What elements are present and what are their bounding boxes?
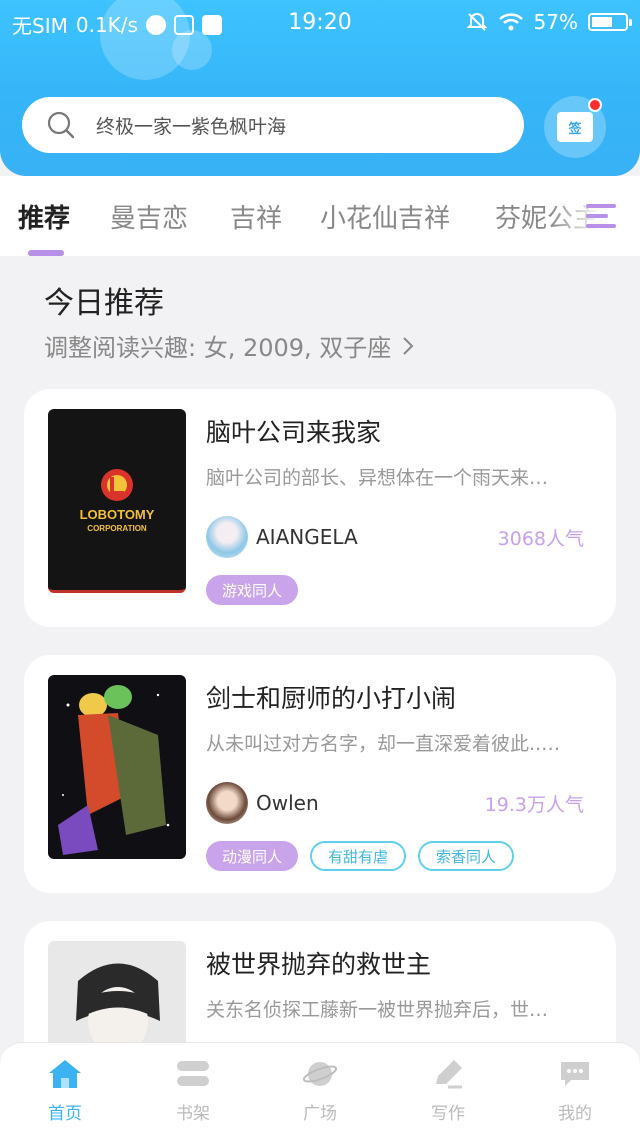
book-description: 关东名侦探工藤新一被世界抛弃后，世… [206,999,549,1021]
status-bar: 无SIM 0.1K/s 19:20 57% [0,0,640,46]
tag[interactable]: 有甜有虐 [310,841,407,871]
active-tab-indicator [28,250,64,256]
battery-percent: 57% [533,10,578,34]
header: 无SIM 0.1K/s 19:20 57% 终极一家一紫色枫叶海 签 [0,0,640,176]
cover-illustration [58,685,170,855]
gift-icon: 签 [557,112,593,142]
nav-write[interactable]: 写作 [408,1057,488,1124]
search-placeholder: 终极一家一紫色枫叶海 [96,115,287,138]
tag[interactable]: 索香同人 [418,841,515,871]
book-cover: LOBOTOMY CORPORATION [48,409,186,593]
author-name[interactable]: Owlen [256,791,319,815]
author-row: Owlen 19.3万人气 [206,781,584,825]
tag-list: 动漫同人 有甜有虐 索香同人 [206,841,515,871]
search-bar[interactable]: 终极一家一紫色枫叶海 [22,97,524,153]
author-row: AIANGELA 3068人气 [206,515,584,559]
author-avatar[interactable] [206,782,248,824]
menu-icon[interactable] [586,200,620,232]
book-description: 从未叫过对方名字，却一直深爱着彼此..… [206,733,561,755]
book-cover [48,675,186,859]
tag[interactable]: 游戏同人 [206,575,299,605]
author-name[interactable]: AIANGELA [256,525,358,549]
book-title: 剑士和厨师的小打小闹 [206,684,457,713]
tab-manjilian[interactable]: 曼吉恋 [110,198,188,235]
section-title: 今日推荐 [44,286,164,321]
lobotomy-logo: LOBOTOMY CORPORATION [80,469,155,533]
nav-bookshelf-label: 书架 [176,1104,210,1124]
home-icon [47,1057,83,1091]
nav-write-label: 写作 [431,1104,465,1124]
nav-mine-label: 我的 [558,1104,592,1124]
book-description: 脑叶公司的部长、异想体在一个雨天来… [206,467,549,489]
chat-bubble-icon [557,1057,593,1091]
reading-interest-link[interactable]: 调整阅读兴趣: 女, 2009, 双子座 [44,328,415,363]
bookshelf-icon [175,1057,211,1091]
signin-button[interactable]: 签 [544,96,606,158]
book-title: 被世界抛弃的救世主 [206,950,432,979]
planet-icon [302,1057,338,1091]
cover-subtitle: CORPORATION [87,524,147,533]
bottom-navigation: 首页 书架 广场 写作 我的 [0,1042,640,1138]
nav-home-label: 首页 [48,1104,82,1124]
book-title: 脑叶公司来我家 [206,418,382,447]
category-tabs: 推荐 曼吉恋 吉祥 小花仙吉祥 芬妮公主 [0,176,640,256]
cover-title: LOBOTOMY [80,507,155,522]
battery-icon [588,13,632,31]
tab-xiaohuaxian[interactable]: 小花仙吉祥 [320,198,450,235]
nav-bookshelf[interactable]: 书架 [153,1057,233,1124]
book-card[interactable]: LOBOTOMY CORPORATION 脑叶公司来我家 脑叶公司的部长、异想体… [24,389,616,627]
search-icon [47,111,75,139]
reading-interest-label: 调整阅读兴趣: 女, 2009, 双子座 [44,334,392,362]
chevron-right-icon [403,336,414,355]
tab-jixiang[interactable]: 吉祥 [230,198,282,235]
wifi-icon [498,13,523,31]
nav-square-label: 广场 [303,1104,337,1124]
tag[interactable]: 动漫同人 [206,841,299,871]
mute-alarm-icon [466,12,487,31]
author-avatar[interactable] [206,516,248,558]
tag-list: 游戏同人 [206,575,299,605]
notification-dot [588,98,602,112]
popularity-count: 3068人气 [497,527,584,550]
popularity-count: 19.3万人气 [484,793,584,816]
book-card[interactable]: 剑士和厨师的小打小闹 从未叫过对方名字，却一直深爱着彼此..… Owlen 19… [24,655,616,893]
nav-mine[interactable]: 我的 [535,1057,615,1124]
tab-recommend[interactable]: 推荐 [18,198,70,235]
nav-home[interactable]: 首页 [25,1057,105,1124]
nav-square[interactable]: 广场 [280,1057,360,1124]
pen-icon [430,1057,466,1091]
